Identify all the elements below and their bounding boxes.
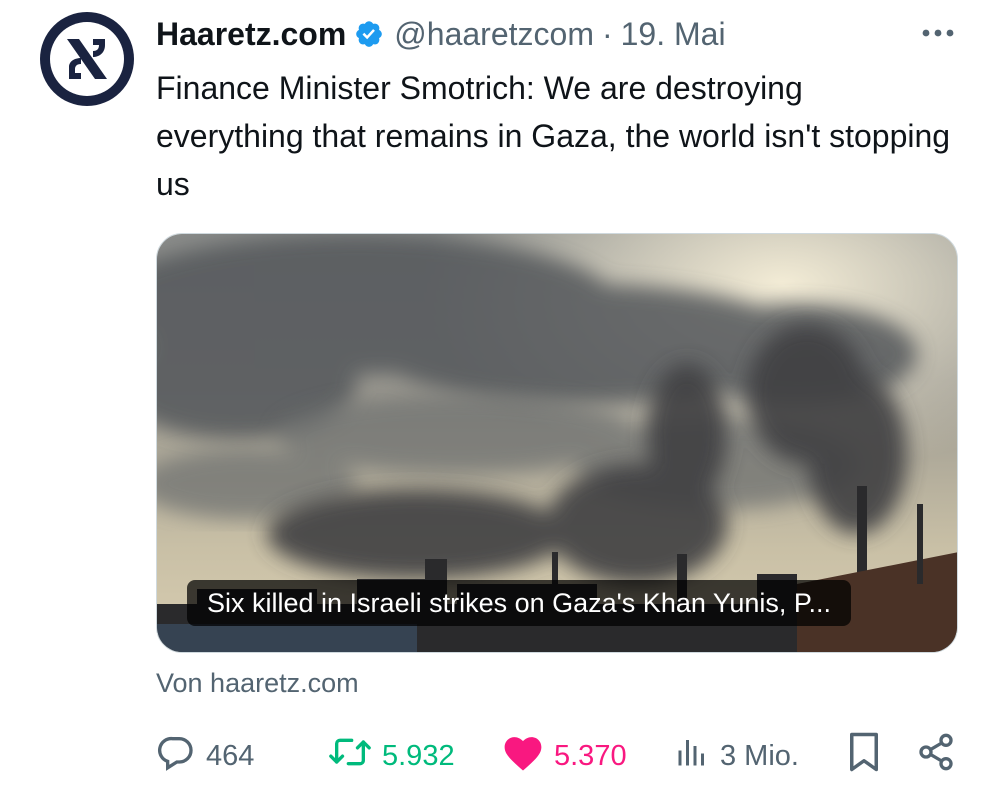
reply-count: 464 [206, 739, 255, 772]
repost-icon [328, 732, 372, 780]
share-button[interactable] [916, 730, 956, 782]
separator-dot: · [601, 15, 613, 52]
repost-button[interactable]: 5.932 [328, 730, 455, 782]
bookmark-icon [846, 731, 882, 781]
tweet-header: Haaretz.com @haaretzcom · 19. Mai [156, 12, 726, 56]
haaretz-logo-icon [50, 22, 124, 96]
author-name[interactable]: Haaretz.com [156, 16, 346, 53]
repost-count: 5.932 [382, 739, 455, 772]
views-icon [674, 732, 710, 780]
more-options-icon[interactable] [918, 18, 958, 48]
like-count: 5.370 [554, 739, 627, 772]
like-button[interactable]: 5.370 [502, 730, 627, 782]
views-button[interactable]: 3 Mio. [674, 730, 799, 782]
heart-icon [502, 732, 544, 780]
card-source[interactable]: Von haaretz.com [156, 668, 359, 699]
share-icon [916, 732, 956, 780]
author-handle[interactable]: @haaretzcom [394, 16, 594, 53]
card-caption: Six killed in Israeli strikes on Gaza's … [187, 580, 851, 626]
verified-badge-icon[interactable] [354, 19, 384, 49]
views-count: 3 Mio. [720, 739, 799, 772]
action-bar: 464 5.932 5.370 3 Mio. [156, 730, 960, 782]
link-card[interactable]: Six killed in Israeli strikes on Gaza's … [156, 233, 958, 653]
tweet-text: Finance Minister Smotrich: We are destro… [156, 70, 951, 202]
tweet-date[interactable]: 19. Mai [621, 16, 726, 53]
avatar[interactable] [40, 12, 134, 106]
reply-icon [156, 732, 196, 780]
bookmark-button[interactable] [846, 730, 882, 782]
reply-button[interactable]: 464 [156, 730, 254, 782]
